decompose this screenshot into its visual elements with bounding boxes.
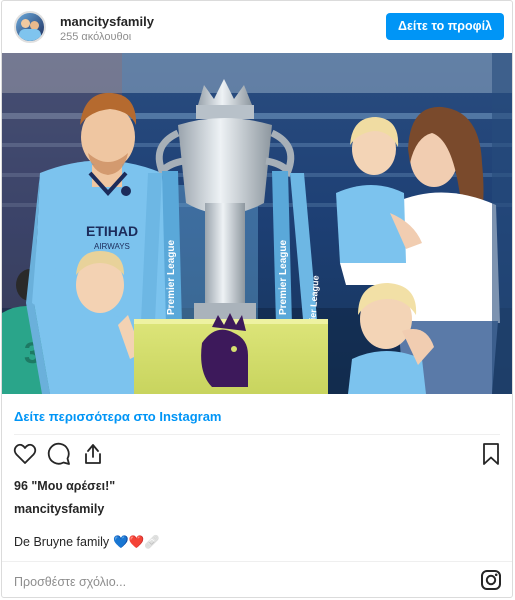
ribbon-label-right: Premier League: [278, 240, 289, 315]
likes-count[interactable]: 96 "Μου αρέσει!": [14, 479, 115, 493]
caption-emojis: 💙❤️🩹: [113, 535, 160, 549]
view-more-instagram-link[interactable]: Δείτε περισσότερα στο Instagram: [14, 409, 222, 424]
divider: [14, 434, 500, 435]
shirt-sponsor-sub: AIRWAYS: [94, 242, 130, 251]
comment-icon[interactable]: [46, 441, 72, 467]
username[interactable]: mancitysfamily: [60, 14, 154, 29]
post-actions: [2, 441, 512, 471]
avatar[interactable]: [14, 11, 46, 43]
view-profile-button[interactable]: Δείτε το προφίλ: [385, 13, 504, 40]
post-owner-username[interactable]: mancitysfamily: [14, 502, 104, 516]
instagram-icon[interactable]: [480, 569, 502, 591]
ribbon-label-left: Premier League: [166, 240, 177, 315]
instagram-embed-card: mancitysfamily 255 ακόλουθοι Δείτε το πρ…: [1, 0, 513, 598]
add-comment-input[interactable]: Προσθέστε σχόλιο...: [14, 575, 126, 589]
heart-icon[interactable]: [12, 441, 38, 467]
caption-text: De Bruyne family: [14, 535, 110, 549]
shirt-sponsor: ETIHAD: [86, 223, 138, 239]
post-caption: De Bruyne family 💙❤️🩹: [14, 535, 160, 550]
bookmark-icon[interactable]: [478, 441, 504, 467]
post-header: mancitysfamily 255 ακόλουθοι Δείτε το πρ…: [2, 1, 512, 53]
divider: [2, 561, 512, 562]
followers-count: 255 ακόλουθοι: [60, 31, 132, 43]
post-photo[interactable]: 3 ETIHAD AIRWAYS Premier League Premier …: [2, 53, 512, 394]
share-icon[interactable]: [80, 441, 106, 467]
